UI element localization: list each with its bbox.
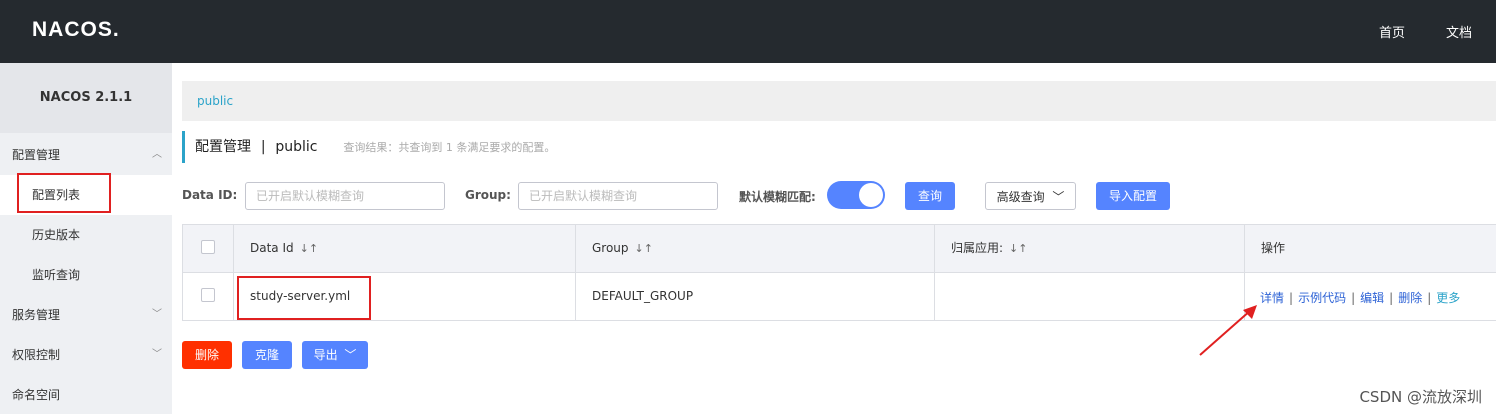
column-header-data-id[interactable]: Data Id ↓↑ — [233, 225, 575, 272]
advanced-query-button[interactable]: 高级查询 ﹀ — [985, 182, 1076, 210]
action-edit-link[interactable]: 编辑 — [1360, 291, 1384, 305]
sidebar-group-auth[interactable]: 权限控制 ﹀ — [0, 335, 172, 375]
highlight-box-data-id — [237, 276, 371, 320]
export-button[interactable]: 导出 ﹀ — [302, 341, 368, 369]
title-separator: | — [260, 139, 266, 155]
data-id-input[interactable] — [245, 182, 445, 210]
cell-group: DEFAULT_GROUP — [575, 273, 934, 321]
data-id-label: Data ID: — [182, 188, 238, 202]
sort-icon[interactable]: ↓↑ — [635, 242, 653, 255]
column-label: 操作 — [1261, 241, 1286, 255]
action-sample-code-link[interactable]: 示例代码 — [1298, 291, 1346, 305]
import-config-button[interactable]: 导入配置 — [1096, 182, 1170, 210]
sort-icon[interactable]: ↓↑ — [1009, 242, 1027, 255]
export-label: 导出 — [313, 348, 338, 362]
config-table: Data Id ↓↑ Group ↓↑ 归属应用: ↓↑ 操作 study-serve… — [182, 224, 1496, 321]
version-label: NACOS 2.1.1 — [0, 63, 172, 133]
sidebar-group-label: 命名空间 — [12, 388, 61, 402]
sidebar: NACOS 2.1.1 配置管理 ︿ 配置列表 历史版本 监听查询 服务管理 ﹀… — [0, 63, 172, 414]
breadcrumb[interactable]: public — [182, 81, 1496, 121]
chevron-down-icon: ﹀ — [1052, 190, 1065, 204]
sidebar-item-listener-query[interactable]: 监听查询 — [0, 255, 172, 295]
group-input[interactable] — [518, 182, 718, 210]
chevron-down-icon: ﹀ — [152, 349, 162, 360]
column-header-app[interactable]: 归属应用: ↓↑ — [934, 225, 1244, 272]
select-all-checkbox[interactable] — [201, 240, 215, 254]
header-checkbox-cell — [183, 225, 233, 272]
column-label: Data Id — [250, 241, 294, 255]
chevron-down-icon: ﹀ — [344, 348, 357, 362]
clone-button[interactable]: 克隆 — [242, 341, 292, 369]
nacos-logo[interactable]: NACOS. — [32, 18, 120, 42]
column-header-actions: 操作 — [1244, 225, 1496, 272]
cell-actions: 详情 | 示例代码 | 编辑 | 删除 | 更多 — [1244, 273, 1496, 321]
row-checkbox[interactable] — [201, 288, 215, 302]
fuzzy-match-label: 默认模糊匹配: — [739, 190, 816, 204]
sidebar-item-label: 历史版本 — [32, 228, 81, 242]
row-checkbox-cell — [183, 273, 233, 321]
sort-icon[interactable]: ↓↑ — [300, 242, 318, 255]
table-header: Data Id ↓↑ Group ↓↑ 归属应用: ↓↑ 操作 — [183, 225, 1496, 273]
nav-docs-link[interactable]: 文档 — [1446, 22, 1472, 41]
action-delete-link[interactable]: 删除 — [1398, 291, 1422, 305]
sidebar-group-config[interactable]: 配置管理 ︿ — [0, 135, 172, 175]
group-label: Group: — [465, 188, 511, 202]
watermark: CSDN @流放深圳 — [1359, 388, 1482, 406]
column-header-group[interactable]: Group ↓↑ — [575, 225, 934, 272]
sidebar-group-label: 权限控制 — [12, 348, 61, 362]
top-navbar: NACOS. 首页 文档 — [0, 0, 1496, 63]
sidebar-group-label: 服务管理 — [12, 308, 61, 322]
advanced-query-label: 高级查询 — [996, 190, 1045, 204]
chevron-down-icon: ﹀ — [152, 309, 162, 320]
query-button[interactable]: 查询 — [905, 182, 955, 210]
sidebar-group-label: 配置管理 — [12, 148, 61, 162]
page-title-label: 配置管理 — [195, 139, 251, 155]
sidebar-group-namespace[interactable]: 命名空间 — [0, 375, 172, 415]
sidebar-item-label: 监听查询 — [32, 268, 81, 282]
toggle-knob — [859, 183, 883, 207]
highlight-box-config-list — [17, 173, 111, 213]
action-more-link[interactable]: 更多 — [1436, 291, 1460, 305]
column-label: 归属应用: — [951, 241, 1004, 255]
chevron-up-icon: ︿ — [152, 149, 162, 160]
sidebar-item-history[interactable]: 历史版本 — [0, 215, 172, 255]
table-row: study-server.yml DEFAULT_GROUP 详情 | 示例代码 | 编… — [183, 273, 1496, 321]
page-title: 配置管理 | public 查询结果：共查询到 1 条满足要求的配置。 — [182, 131, 555, 163]
page-title-namespace: public — [275, 139, 318, 155]
batch-delete-button[interactable]: 删除 — [182, 341, 232, 369]
fuzzy-match-toggle[interactable] — [827, 181, 885, 209]
nav-home-link[interactable]: 首页 — [1379, 22, 1405, 41]
column-label: Group — [592, 241, 629, 255]
annotation-arrow-icon — [1199, 305, 1257, 356]
sidebar-group-service[interactable]: 服务管理 ﹀ — [0, 295, 172, 335]
query-result-hint: 查询结果：共查询到 1 条满足要求的配置。 — [343, 141, 556, 154]
